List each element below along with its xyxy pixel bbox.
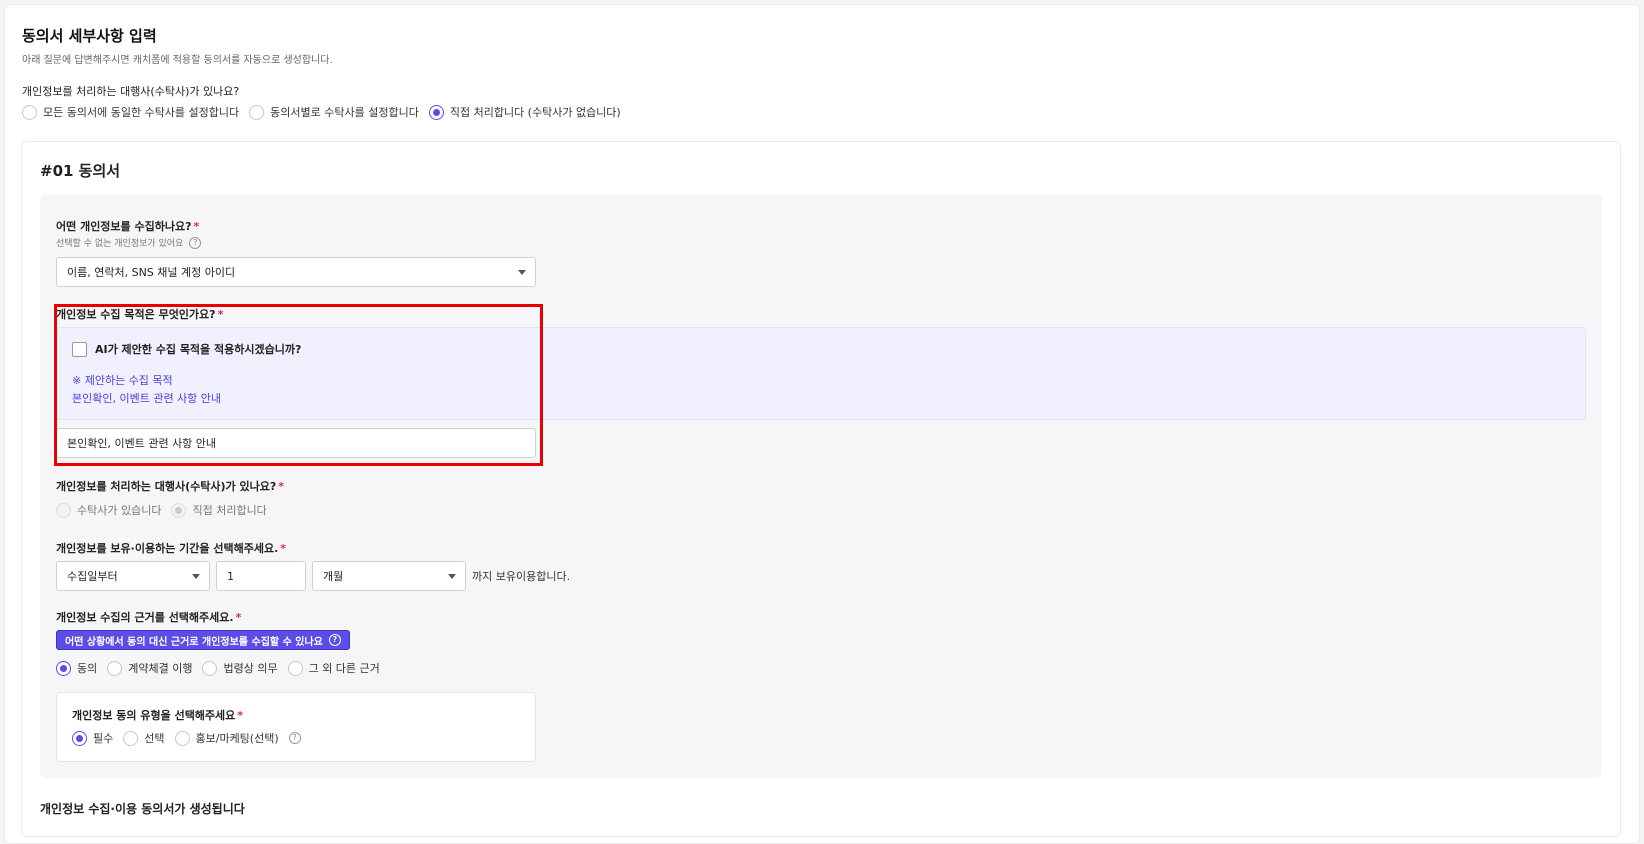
radio-label: 직접 처리합니다 [192,504,267,517]
retention-start-select[interactable]: 수집일부터 [56,561,210,591]
radio-type-required[interactable]: 필수 [72,730,113,746]
radio-type-marketing[interactable]: 홍보/마케팅(선택) [174,730,279,746]
page-title: 동의서 세부사항 입력 [22,27,157,45]
radio-circle [174,730,190,746]
question-text: 어떤 개인정보를 수집하나요? [56,220,192,233]
radio-circle [22,104,37,120]
question-text: 개인정보를 처리하는 대행사(수탁사)가 있나요? [56,480,277,493]
radio-basis-legal[interactable]: 법령상 의무 [202,660,278,676]
select-value: 이름, 연락처, SNS 채널 계정 아이디 [67,266,236,279]
required-mark: * [237,709,244,722]
radio-label: 동의 [77,662,98,675]
collect-items-question: 어떤 개인정보를 수집하나요? * [56,218,199,234]
question-text: 개인정보 동의 유형을 선택해주세요 [72,709,236,722]
radio-circle [123,730,139,746]
radio-label: 선택 [144,732,165,745]
suggested-purpose-title: ※ 제안하는 수집 목적 [72,374,173,387]
chevron-down-icon [448,574,456,579]
radio-direct-process[interactable]: 직접 처리합니다 [171,502,267,518]
radio-basis-contract[interactable]: 계약체결 이행 [107,660,192,676]
question-text: 개인정보 수집 목적은 무엇인가요? [56,308,216,321]
basis-info-button[interactable]: 어떤 상황에서 동의 대신 근거로 개인정보를 수집할 수 있나요 ? [56,630,350,650]
select-value: 개월 [323,570,344,583]
chevron-down-icon [192,574,200,579]
ai-suggestion-checkbox-label: AI가 제안한 수집 목적을 적용하시겠습니까? [95,343,302,356]
button-label: 어떤 상황에서 동의 대신 근거로 개인정보를 수집할 수 있나요 [65,636,323,648]
consent-type-card [56,692,536,762]
radio-label: 수탁사가 있습니다 [77,504,162,517]
help-icon: ? [328,634,341,646]
purpose-input[interactable] [56,428,536,458]
radio-type-optional[interactable]: 선택 [123,730,165,746]
chevron-down-icon [518,270,526,275]
consent-section-title: #01 동의서 [40,162,121,180]
retention-unit-select[interactable]: 개월 [312,561,466,591]
radio-label: 법령상 의무 [223,662,278,675]
retention-question: 개인정보를 보유·이용하는 기간을 선택해주세요. * [56,540,286,556]
question-text: 개인정보 수집의 근거를 선택해주세요. [56,611,234,624]
consent-type-question: 개인정보 동의 유형을 선택해주세요 * [72,707,243,723]
processor-question: 개인정보를 처리하는 대행사(수탁사)가 있나요? * [56,478,284,494]
retention-suffix: 까지 보유이용합니다. [472,570,571,583]
page-description: 아래 질문에 답변해주시면 캐치폼에 적용할 동의서를 자동으로 생성합니다. [22,55,333,66]
global-processor-question: 개인정보를 처리하는 대행사(수탁사)가 있나요? [22,85,240,98]
basis-question: 개인정보 수집의 근거를 선택해주세요. * [56,609,241,625]
radio-label: 계약체결 이행 [128,662,193,675]
required-mark: * [280,542,287,555]
radio-circle [56,660,71,676]
radio-circle [171,502,187,518]
radio-circle [107,660,123,676]
radio-circle [249,104,265,120]
ai-suggestion-checkbox[interactable] [72,341,87,357]
hint-text: 선택할 수 없는 개인정보가 있어요 [56,239,184,249]
consent-type-radio-group: 필수 선택 홍보/마케팅(선택) ? [72,730,301,746]
required-mark: * [193,220,200,233]
collect-items-hint: 선택할 수 없는 개인정보가 있어요 ? [56,236,202,249]
radio-label: 모든 동의서에 동일한 수탁사를 설정합니다 [43,106,240,119]
retention-amount-input[interactable] [216,561,306,591]
radio-circle [202,660,218,676]
suggested-purpose-value: 본인확인, 이벤트 관련 사항 안내 [72,392,222,405]
help-icon[interactable]: ? [189,236,202,249]
footer-label: 개인정보 수집·이용 동의서가 생성됩니다 [40,802,245,816]
radio-label: 직접 처리합니다 (수탁사가 없습니다) [449,106,621,119]
basis-radio-group: 동의 계약체결 이행 법령상 의무 그 외 다른 근거 [56,660,390,676]
radio-basis-other[interactable]: 그 외 다른 근거 [287,660,380,676]
radio-label: 필수 [93,732,114,745]
radio-circle [56,502,71,518]
collect-items-select[interactable]: 이름, 연락처, SNS 채널 계정 아이디 [56,257,536,287]
radio-self-process[interactable]: 직접 처리합니다 (수탁사가 없습니다) [428,104,621,120]
radio-per-consent-processor[interactable]: 동의서별로 수탁사를 설정합니다 [249,104,419,120]
radio-circle [287,660,303,676]
radio-label: 동의서별로 수탁사를 설정합니다 [270,106,419,119]
required-mark: * [235,611,242,624]
question-text: 개인정보를 보유·이용하는 기간을 선택해주세요. [56,542,279,555]
radio-label: 그 외 다른 근거 [308,662,380,675]
ai-suggestion-checkbox-row[interactable]: AI가 제안한 수집 목적을 적용하시겠습니까? [72,341,301,357]
purpose-question: 개인정보 수집 목적은 무엇인가요? * [56,306,223,322]
required-mark: * [217,308,224,321]
radio-basis-consent[interactable]: 동의 [56,660,97,676]
radio-has-processor[interactable]: 수탁사가 있습니다 [56,502,161,518]
processor-radio-group: 수탁사가 있습니다 직접 처리합니다 [56,502,277,518]
radio-circle [428,104,444,120]
radio-circle [72,730,87,746]
radio-label: 홍보/마케팅(선택) [195,732,279,745]
required-mark: * [278,480,284,493]
global-processor-radio-group: 모든 동의서에 동일한 수탁사를 설정합니다 동의서별로 수탁사를 설정합니다 … [22,104,631,120]
radio-same-processor[interactable]: 모든 동의서에 동일한 수탁사를 설정합니다 [22,104,239,120]
select-value: 수집일부터 [67,570,118,583]
help-icon[interactable]: ? [288,732,301,744]
